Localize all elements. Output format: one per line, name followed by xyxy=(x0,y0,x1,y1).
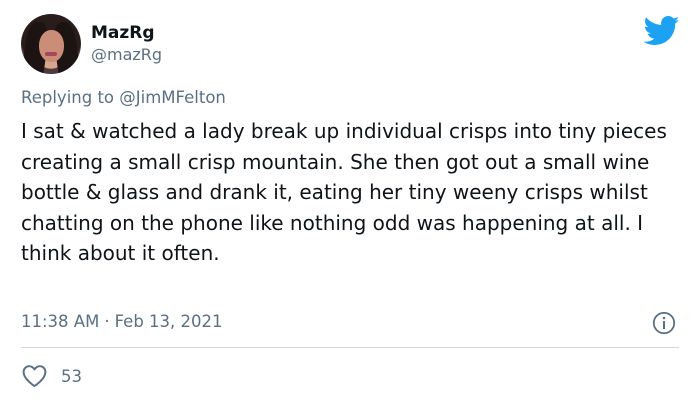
tweet-card: MazRg @mazRg Replying to @JimMFelton I s… xyxy=(0,0,700,402)
avatar-lips xyxy=(45,52,57,56)
replying-to-prefix: Replying to xyxy=(21,88,120,107)
avatar[interactable] xyxy=(21,14,81,74)
tweet-text: I sat & watched a lady break up individu… xyxy=(21,119,667,265)
meta-separator: · xyxy=(104,312,110,331)
like-button[interactable]: 53 xyxy=(21,364,82,388)
heart-icon[interactable] xyxy=(21,364,48,388)
avatar-face xyxy=(39,30,64,62)
author-handle[interactable]: @mazRg xyxy=(91,45,162,64)
tweet-time[interactable]: 11:38 AM xyxy=(21,312,99,331)
divider xyxy=(21,347,679,348)
replying-to-mention[interactable]: @JimMFelton xyxy=(119,88,226,107)
info-icon[interactable] xyxy=(652,311,676,335)
twitter-bird-icon[interactable] xyxy=(644,16,680,46)
replying-to: Replying to @JimMFelton xyxy=(21,88,226,107)
tweet-meta: 11:38 AM · Feb 13, 2021 xyxy=(21,312,223,331)
tweet-date[interactable]: Feb 13, 2021 xyxy=(115,312,223,331)
author-name[interactable]: MazRg xyxy=(91,23,155,43)
like-count: 53 xyxy=(61,366,82,386)
